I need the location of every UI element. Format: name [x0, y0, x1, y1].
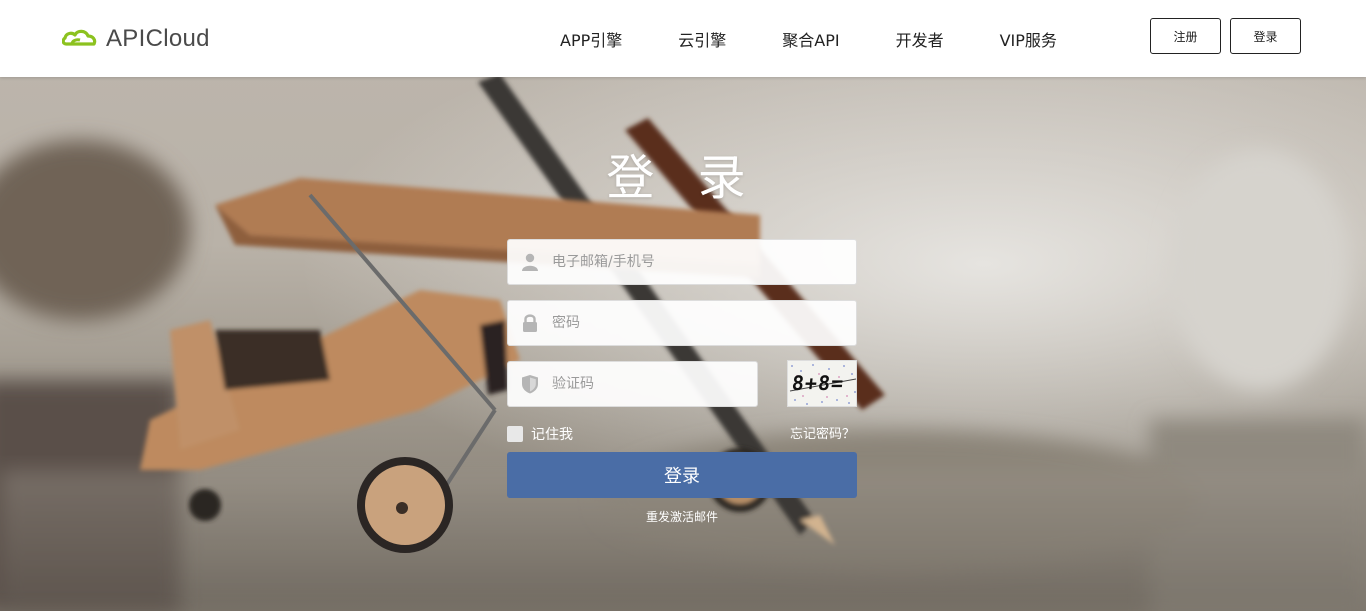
main-nav: APP引擎 云引擎 聚合API 开发者 VIP服务	[560, 0, 1057, 77]
logo-text: APICloud	[106, 25, 210, 52]
nav-item-vip-service[interactable]: VIP服务	[1000, 27, 1057, 51]
nav-item-cloud-engine[interactable]: 云引擎	[678, 27, 726, 51]
captcha-image[interactable]: 8+8=	[787, 360, 857, 407]
register-button[interactable]: 注册	[1150, 18, 1221, 54]
password-field	[507, 300, 857, 346]
remember-checkbox[interactable]	[507, 426, 523, 442]
remember-label: 记住我	[531, 427, 573, 443]
top-header: APICloud APP引擎 云引擎 聚合API 开发者 VIP服务 注册 登录	[0, 0, 1366, 77]
page-title: 登 录	[606, 150, 760, 206]
brand-logo[interactable]: APICloud	[62, 24, 210, 54]
forgot-password-link[interactable]: 忘记密码？	[790, 423, 855, 442]
account-field	[507, 239, 857, 285]
user-icon	[508, 240, 552, 284]
password-input[interactable]	[552, 315, 832, 331]
captcha-input[interactable]	[552, 376, 742, 392]
remember-me[interactable]: 记住我	[507, 424, 573, 444]
captcha-field	[507, 361, 758, 407]
lock-icon	[508, 301, 552, 345]
nav-item-developer[interactable]: 开发者	[896, 27, 944, 51]
nav-item-app-engine[interactable]: APP引擎	[560, 27, 622, 51]
captcha-text: 8+8=	[790, 371, 846, 395]
cloud-logo-icon	[62, 29, 97, 46]
login-submit-button[interactable]: 登录	[507, 452, 857, 498]
nav-item-aggregate-api[interactable]: 聚合API	[782, 27, 839, 51]
shield-icon	[508, 362, 552, 406]
header-login-button[interactable]: 登录	[1230, 18, 1301, 54]
resend-activation-link[interactable]: 重发激活邮件	[507, 508, 857, 525]
account-input[interactable]	[552, 254, 832, 270]
